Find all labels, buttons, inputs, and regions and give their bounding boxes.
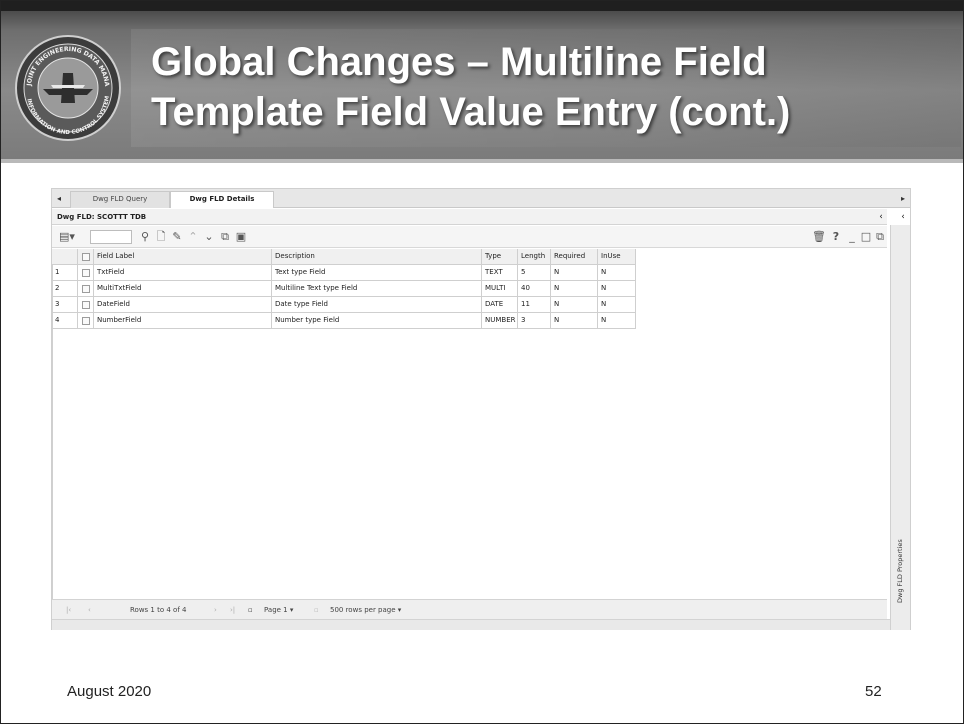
rows-info: Rows 1 to 4 of 4 <box>130 606 187 614</box>
cell-type[interactable]: NUMBER <box>482 313 518 329</box>
row-number: 1 <box>52 265 78 281</box>
row-checkbox[interactable] <box>82 317 90 325</box>
save-icon[interactable]: ▣ <box>234 229 248 245</box>
tab-dwg-fld-query[interactable]: Dwg FLD Query <box>70 191 170 208</box>
row-select-cell <box>78 297 94 313</box>
move-down-icon[interactable]: ⌄ <box>202 229 216 245</box>
cell-description[interactable]: Multiline Text type Field <box>272 281 482 297</box>
cell-field-label[interactable]: NumberField <box>94 313 272 329</box>
row-select-cell <box>78 265 94 281</box>
maximize-icon[interactable]: □ <box>860 229 872 245</box>
horizontal-scrollbar[interactable] <box>52 619 910 630</box>
cell-inuse[interactable]: N <box>598 313 636 329</box>
cell-description[interactable]: Date type Field <box>272 297 482 313</box>
row-checkbox[interactable] <box>82 285 90 293</box>
tab-scroll-left-icon[interactable]: ◂ <box>52 189 66 208</box>
page-select-icon: ▫ <box>248 606 253 614</box>
prev-page-icon[interactable]: ‹ <box>88 600 91 620</box>
cell-description[interactable]: Number type Field <box>272 313 482 329</box>
restore-icon[interactable]: ⧉ <box>874 229 886 245</box>
cell-type[interactable]: DATE <box>482 297 518 313</box>
rows-per-page-select[interactable]: 500 rows per page ▾ <box>330 600 401 620</box>
jedmics-logo: JOINT ENGINEERING DATA MANAGEMENT INFORM… <box>13 33 121 141</box>
page-label: Page 1 <box>264 606 288 614</box>
tab-dwg-fld-details[interactable]: Dwg FLD Details <box>170 191 274 208</box>
rows-per-page-icon: ▫ <box>314 606 319 614</box>
grid-toolbar: ▤▾ ⚲ 🗋 ✎ ⌃ ⌄ ⧉ ▣ 🗑 ? _ □ ⧉ <box>52 226 887 248</box>
app-window: ◂ Dwg FLD Query Dwg FLD Details ▸ Dwg FL… <box>51 188 911 630</box>
header-select <box>78 249 94 265</box>
minimize-icon[interactable]: _ <box>846 229 858 245</box>
column-chooser-icon[interactable]: ▤▾ <box>56 229 78 245</box>
row-checkbox[interactable] <box>82 269 90 277</box>
cell-field-label[interactable]: MultiTxtField <box>94 281 272 297</box>
title-top-line <box>1 1 963 11</box>
header-required[interactable]: Required <box>551 249 598 265</box>
slide: JOINT ENGINEERING DATA MANAGEMENT INFORM… <box>0 0 964 724</box>
row-select-cell <box>78 281 94 297</box>
edit-icon[interactable]: ✎ <box>170 229 184 245</box>
pager-bar: |‹ ‹ Rows 1 to 4 of 4 › ›| ▫ Page 1 ▾ ▫ … <box>52 599 887 619</box>
new-record-icon[interactable]: 🗋 <box>154 229 168 245</box>
title-line-2: Template Field Value Entry (cont.) <box>151 90 791 134</box>
cell-length[interactable]: 3 <box>518 313 551 329</box>
header-field-label[interactable]: Field Label <box>94 249 272 265</box>
rows-per-page-label: 500 rows per page <box>330 606 396 614</box>
slide-title: Global Changes – Multiline Field Templat… <box>151 37 951 137</box>
title-bottom-line <box>1 159 963 163</box>
cell-field-label[interactable]: DateField <box>94 297 272 313</box>
collapse-side-panel-icon[interactable]: ‹ <box>898 209 908 225</box>
last-page-icon[interactable]: ›| <box>230 600 235 620</box>
search-icon[interactable]: ⚲ <box>138 229 152 245</box>
cell-required[interactable]: N <box>551 313 598 329</box>
cell-field-label[interactable]: TxtField <box>94 265 272 281</box>
header-inuse[interactable]: InUse <box>598 249 636 265</box>
search-input[interactable] <box>90 230 132 244</box>
side-panel-label[interactable]: Dwg FLD Properties <box>896 539 904 603</box>
next-page-icon[interactable]: › <box>214 600 217 620</box>
move-up-icon[interactable]: ⌃ <box>186 229 200 245</box>
header-length[interactable]: Length <box>518 249 551 265</box>
cell-type[interactable]: MULTI <box>482 281 518 297</box>
tab-scroll-right-icon[interactable]: ▸ <box>896 189 910 208</box>
page-select[interactable]: Page 1 ▾ <box>264 600 293 620</box>
delete-icon[interactable]: 🗑 <box>812 229 826 245</box>
cell-required[interactable]: N <box>551 281 598 297</box>
cell-length[interactable]: 5 <box>518 265 551 281</box>
header-type[interactable]: Type <box>482 249 518 265</box>
row-checkbox[interactable] <box>82 301 90 309</box>
row-number: 3 <box>52 297 78 313</box>
page-number: 52 <box>865 683 882 700</box>
select-all-checkbox[interactable] <box>82 253 90 261</box>
help-icon[interactable]: ? <box>830 229 842 245</box>
cell-inuse[interactable]: N <box>598 265 636 281</box>
row-number: 4 <box>52 313 78 329</box>
row-select-cell <box>78 313 94 329</box>
cell-required[interactable]: N <box>551 265 598 281</box>
cell-inuse[interactable]: N <box>598 297 636 313</box>
cell-type[interactable]: TEXT <box>482 265 518 281</box>
cell-required[interactable]: N <box>551 297 598 313</box>
footer-date: August 2020 <box>67 683 152 700</box>
panel-title: Dwg FLD: SCOTTT TDB <box>52 209 887 225</box>
cell-length[interactable]: 40 <box>518 281 551 297</box>
cell-length[interactable]: 11 <box>518 297 551 313</box>
row-number: 2 <box>52 281 78 297</box>
header-description[interactable]: Description <box>272 249 482 265</box>
cell-inuse[interactable]: N <box>598 281 636 297</box>
cell-description[interactable]: Text type Field <box>272 265 482 281</box>
copy-icon[interactable]: ⧉ <box>218 229 232 245</box>
tab-bar: ◂ Dwg FLD Query Dwg FLD Details ▸ <box>52 189 910 208</box>
title-line-1: Global Changes – Multiline Field <box>151 40 767 84</box>
header-rownum <box>52 249 78 265</box>
collapse-panel-icon[interactable]: ‹ <box>876 209 886 225</box>
first-page-icon[interactable]: |‹ <box>66 600 71 620</box>
